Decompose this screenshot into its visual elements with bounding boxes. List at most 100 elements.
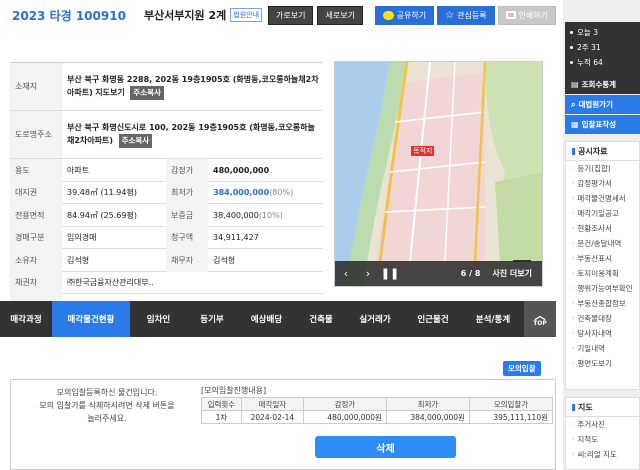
- star-icon: ☆: [445, 9, 455, 21]
- more-photos-button[interactable]: 사진 더보기: [492, 268, 532, 279]
- table-cell: 480,000,000원: [302, 410, 387, 424]
- view-stats-button[interactable]: ▤ 조회수통계: [565, 75, 640, 94]
- tab-property-status[interactable]: 매각물건현황: [52, 301, 130, 337]
- public-doc-item[interactable]: 평면도보기: [566, 356, 639, 371]
- usage-label: 용도: [10, 159, 62, 182]
- copy-road-address-button[interactable]: 주소복사: [118, 133, 153, 148]
- public-doc-item[interactable]: 매각물건명세서: [566, 191, 639, 206]
- road-address-value: 부산 북구 화명신도시로 100, 202동 19층1905호 (화명동,코오롱…: [62, 111, 323, 158]
- print-button[interactable]: 인쇄하기: [497, 5, 556, 25]
- table-row: 1차 2024-02-14 480,000,000원 384,000,000원 …: [201, 410, 554, 424]
- public-doc-item[interactable]: 매각기일공고: [566, 206, 639, 221]
- tab-building[interactable]: 건축물: [296, 301, 346, 337]
- location-map[interactable]: 목적지 ‹ › ❚❚ 6 / 8 사진 더보기: [334, 61, 543, 287]
- scroll-top-button[interactable]: ︿ TOP: [524, 301, 556, 337]
- min-price-value: 384,000,000 (80%): [208, 182, 293, 205]
- claim-label: 청구액: [166, 226, 208, 249]
- tab-nearby[interactable]: 인근물건: [404, 301, 462, 337]
- public-doc-item[interactable]: 기일내역: [566, 341, 639, 356]
- court-info-button[interactable]: 법원안내: [230, 8, 263, 22]
- map-item[interactable]: 씨:리얼 지도: [566, 447, 639, 462]
- mock-bid-table: 입력횟수 매각일자 감정가 최저가 모의입찰가 1차 2024-02-14 48…: [201, 397, 554, 424]
- mock-bid-panel: 모의입찰등록하신 물건입니다. 모의 입찰가를 삭제하시려면 삭제 버튼을 눌러…: [10, 379, 556, 470]
- map-panel: 지도 주거사진 지적도 씨:리얼 지도: [565, 397, 640, 470]
- auction-type-label: 경매구분: [10, 226, 62, 249]
- court-site-button[interactable]: ⌕ 대법원가기: [565, 95, 640, 114]
- table-cell: 384,000,000원: [385, 410, 470, 424]
- debtor-label: 채무자: [166, 249, 208, 272]
- area-label: 전용면적: [10, 204, 62, 227]
- road-address-row: 도로명주소 부산 북구 화명신도시로 100, 202동 19층1905호 (화…: [10, 111, 323, 159]
- public-doc-item[interactable]: 건축물대장: [566, 311, 639, 326]
- map-item[interactable]: 주거사진: [566, 417, 639, 432]
- public-docs-title: 공시자료: [566, 142, 639, 161]
- favorite-label: 관심등록: [457, 10, 487, 20]
- map-prev-button[interactable]: ‹: [335, 267, 357, 280]
- view-count-box: 오늘 3 2주 31 누적 64: [565, 22, 640, 75]
- view-horizontal-button[interactable]: 가로보기: [268, 5, 314, 25]
- map-view-link[interactable]: 지도보기: [95, 88, 124, 97]
- deposit-pct: (10%): [258, 210, 283, 220]
- address-row: 소재지 부산 북구 화명동 2288, 202동 19층1905호 (화명동,코…: [10, 63, 323, 111]
- road-address-label: 도로명주소: [10, 111, 62, 158]
- tab-registry[interactable]: 등기부: [187, 301, 237, 337]
- mock-bid-badge: 모의입찰: [503, 361, 541, 376]
- view-vertical-button[interactable]: 세로보기: [317, 5, 363, 25]
- chart-icon: ▤: [571, 80, 579, 89]
- tab-sale-process[interactable]: 매각과정: [0, 301, 52, 337]
- tab-analysis[interactable]: 분석/통계: [462, 301, 524, 337]
- section-tabs: 매각과정 매각물건현황 임차인 등기부 예상배당 건축물 실거래가 인근물건 분…: [0, 301, 556, 337]
- favorite-button[interactable]: ☆ 관심등록: [437, 5, 495, 25]
- mock-desc-line1: 모의입찰등록하신 물건입니다.: [56, 388, 158, 397]
- public-doc-item[interactable]: 등기(집합): [566, 161, 639, 176]
- min-price: 384,000,000: [213, 188, 270, 198]
- land-row: 대지권 39.48㎡ (11.94평) 최저가 384,000,000 (80%…: [10, 181, 323, 205]
- mock-table-title: [모의입찰진행내용]: [201, 386, 267, 395]
- map-panel-title: 지도: [566, 398, 639, 417]
- bid-form-button[interactable]: ▦ 입찰표작성: [565, 115, 640, 134]
- header-cell: 모의입찰가: [468, 397, 554, 411]
- public-doc-item[interactable]: 감정평가서: [566, 176, 639, 191]
- table-header-row: 입력횟수 매각일자 감정가 최저가 모의입찰가: [201, 397, 554, 411]
- creditor-value: ㈜한국금융자산관리대부..: [67, 278, 154, 288]
- auction-type-value: 임의경매: [67, 233, 97, 243]
- print-icon: [505, 11, 516, 19]
- header: 2023 타경 100910 부산서부지원 2계 법원안내 가로보기 세로보기 …: [0, 0, 556, 30]
- header-cell: 감정가: [302, 397, 387, 411]
- map-next-button[interactable]: ›: [357, 267, 379, 280]
- delete-mock-bid-button[interactable]: 삭제: [315, 436, 456, 458]
- map-pause-button[interactable]: ❚❚: [379, 267, 401, 280]
- tab-real-price[interactable]: 실거래가: [346, 301, 404, 337]
- claim-value: 34,911,427: [213, 233, 259, 243]
- top-label: TOP: [533, 320, 547, 327]
- court-site-label: 대법원가기: [578, 100, 613, 109]
- address-value: 부산 북구 화명동 2288, 202동 19층1905호 (화명동,코오롱하늘…: [62, 63, 323, 110]
- area-value: 84.94㎡ (25.69평): [67, 210, 137, 220]
- mock-desc-line3: 눌러주세요.: [87, 414, 127, 423]
- owner-label: 소유자: [10, 249, 62, 272]
- public-doc-item[interactable]: 행위가능여부확인: [566, 281, 639, 296]
- stat-today: 오늘 3: [570, 25, 640, 40]
- deposit-label: 보증금: [166, 204, 208, 227]
- table-cell: 1차: [201, 410, 242, 424]
- address-label: 소재지: [10, 63, 62, 110]
- tab-dividend[interactable]: 예상배당: [237, 301, 296, 337]
- public-doc-item[interactable]: 토지이용계획: [566, 266, 639, 281]
- public-docs-panel: 공시자료 등기(집합) 감정평가서 매각물건명세서 매각기일공고 현황조사서 문…: [565, 141, 640, 390]
- public-doc-item[interactable]: 현황조사서: [566, 221, 639, 236]
- creditor-label: 채권자: [10, 271, 62, 294]
- road-address-text: 부산 북구 화명신도시로 100, 202동 19층1905호 (화명동,코오롱…: [67, 122, 315, 145]
- header-cell: 최저가: [385, 397, 470, 411]
- property-info-table: 소재지 부산 북구 화명동 2288, 202동 19층1905호 (화명동,코…: [10, 62, 323, 317]
- header-cell: 매각일자: [240, 397, 304, 411]
- public-doc-item[interactable]: 부동산종합정보: [566, 296, 639, 311]
- share-button[interactable]: 공유하기: [374, 5, 435, 25]
- map-item[interactable]: 지적도: [566, 432, 639, 447]
- public-doc-item[interactable]: 당사자내역: [566, 326, 639, 341]
- public-doc-item[interactable]: 문건/송달내역: [566, 236, 639, 251]
- debtor-value: 김석형: [213, 255, 236, 265]
- public-doc-item[interactable]: 부동산표시: [566, 251, 639, 266]
- tab-tenant[interactable]: 임차인: [130, 301, 187, 337]
- owner-value: 김석형: [67, 255, 90, 265]
- copy-address-button[interactable]: 주소복사: [130, 85, 164, 100]
